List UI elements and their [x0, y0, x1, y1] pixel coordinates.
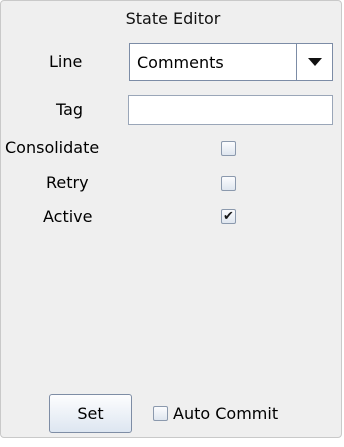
set-button[interactable]: Set [49, 394, 132, 433]
retry-checkbox[interactable] [221, 176, 236, 191]
active-checkbox[interactable]: ✔ [221, 209, 236, 224]
line-label: Line [49, 52, 83, 71]
state-editor-panel: State Editor Line Comments Tag Consolida… [0, 0, 342, 438]
line-dropdown[interactable]: Comments [129, 43, 333, 81]
active-label: Active [43, 207, 93, 226]
check-mark-icon: ✔ [223, 209, 234, 224]
chevron-down-icon [307, 58, 322, 66]
consolidate-label: Consolidate [5, 138, 100, 157]
consolidate-checkbox[interactable] [221, 141, 236, 156]
line-dropdown-value: Comments [137, 52, 224, 72]
auto-commit-label[interactable]: Auto Commit [173, 404, 278, 423]
auto-commit-checkbox[interactable] [153, 406, 168, 421]
dropdown-arrow-button[interactable] [296, 44, 332, 80]
tag-label: Tag [56, 100, 84, 119]
retry-label: Retry [46, 173, 89, 192]
panel-title: State Editor [125, 9, 221, 28]
tag-input[interactable] [128, 95, 333, 125]
